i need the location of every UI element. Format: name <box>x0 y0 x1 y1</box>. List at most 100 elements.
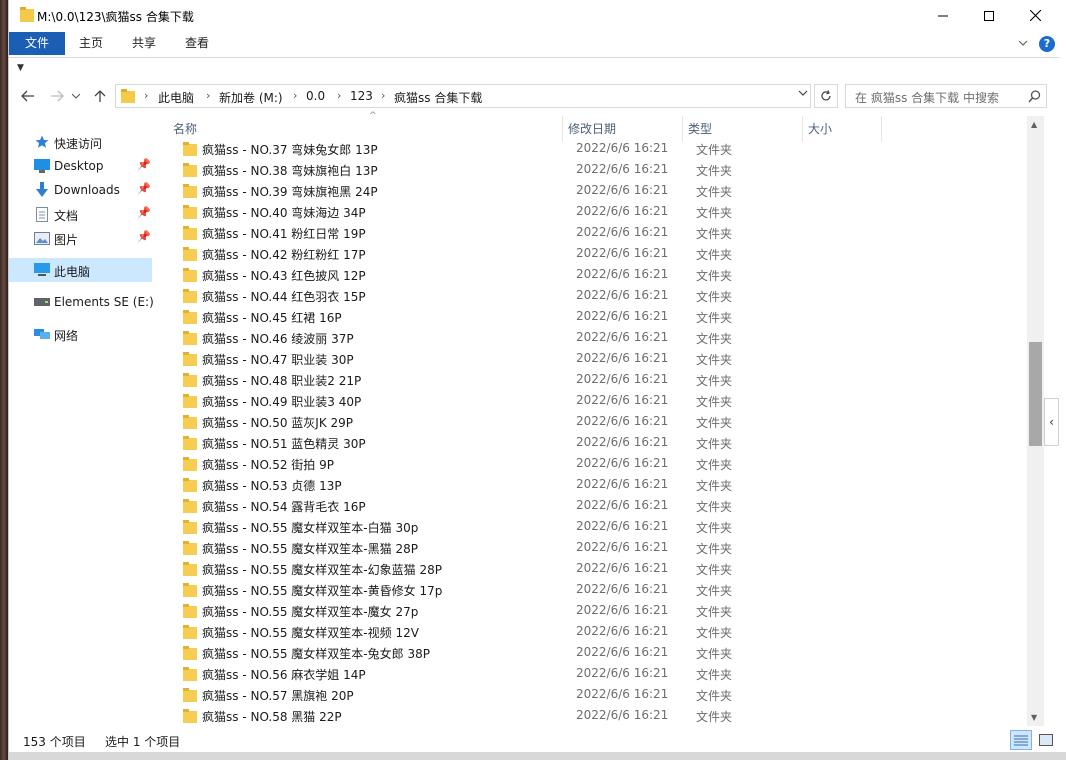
breadcrumb-this-pc[interactable]: 此电脑 <box>158 89 194 106</box>
nav-item-documents[interactable]: 文档 📌 <box>9 202 152 226</box>
pin-icon[interactable]: 📌 <box>137 182 151 195</box>
up-arrow-icon[interactable] <box>89 86 111 106</box>
folder-icon <box>183 163 197 180</box>
folder-icon <box>183 205 197 222</box>
file-row[interactable]: 疯猫ss - NO.55 魔女样双笙本-黄昏修女 17p 2022/6/6 16:… <box>159 579 1027 600</box>
breadcrumb-folder-0-0[interactable]: 0.0 <box>306 89 325 103</box>
forward-arrow-icon[interactable] <box>46 86 68 106</box>
nav-this-pc[interactable]: 此电脑 <box>9 258 152 282</box>
tab-home[interactable]: 主页 <box>71 32 111 55</box>
nav-label: 文档 <box>54 209 79 223</box>
collapse-pane-icon[interactable]: ‹ <box>1044 398 1059 446</box>
nav-item-desktop[interactable]: Desktop 📌 <box>9 154 152 178</box>
file-row[interactable]: 疯猫ss - NO.40 弯妹海边 34P 2022/6/6 16:21 文件夹 <box>159 201 1027 222</box>
breadcrumb-separator-icon[interactable]: › <box>293 89 297 102</box>
file-name: 疯猫ss - NO.49 职业装3 40P <box>202 395 362 409</box>
file-row[interactable]: 疯猫ss - NO.37 弯妹兔女郎 13P 2022/6/6 16:21 文件夹 <box>159 138 1027 159</box>
file-row[interactable]: 疯猫ss - NO.57 黑旗袍 20P 2022/6/6 16:21 文件夹 <box>159 684 1027 705</box>
file-row[interactable]: 疯猫ss - NO.42 粉红粉红 17P 2022/6/6 16:21 文件夹 <box>159 243 1027 264</box>
vertical-scrollbar[interactable]: ▲ ▼ <box>1027 116 1044 726</box>
pin-icon[interactable]: 📌 <box>137 230 151 243</box>
file-row[interactable]: 疯猫ss - NO.58 黑猫 22P 2022/6/6 16:21 文件夹 <box>159 705 1027 726</box>
file-row[interactable]: 疯猫ss - NO.38 弯妹旗袍白 13P 2022/6/6 16:21 文件夹 <box>159 159 1027 180</box>
file-type: 文件夹 <box>696 647 733 661</box>
file-row[interactable]: 疯猫ss - NO.55 魔女样双笙本-黑猫 28P 2022/6/6 16:21… <box>159 537 1027 558</box>
file-row[interactable]: 疯猫ss - NO.55 魔女样双笙本-白猫 30p 2022/6/6 16:21… <box>159 516 1027 537</box>
breadcrumb-drive[interactable]: 新加卷 (M:) <box>219 89 283 106</box>
download-icon <box>33 182 51 198</box>
file-row[interactable]: 疯猫ss - NO.45 红裙 16P 2022/6/6 16:21 文件夹 <box>159 306 1027 327</box>
quick-access-toolbar-icon[interactable]: ▼ <box>17 63 24 73</box>
back-arrow-icon[interactable] <box>17 86 39 106</box>
breadcrumb-folder-123[interactable]: 123 <box>350 89 373 103</box>
expand-ribbon-icon[interactable] <box>1018 36 1028 50</box>
file-name: 疯猫ss - NO.55 魔女样双笙本-黑猫 28P <box>202 542 418 556</box>
file-row[interactable]: 疯猫ss - NO.55 魔女样双笙本-兔女郎 38P 2022/6/6 16:2… <box>159 642 1027 663</box>
details-view-icon[interactable] <box>1010 730 1032 750</box>
file-row[interactable]: 疯猫ss - NO.46 绫波丽 37P 2022/6/6 16:21 文件夹 <box>159 327 1027 348</box>
nav-network[interactable]: 网络 <box>9 322 152 346</box>
nav-item-downloads[interactable]: Downloads 📌 <box>9 178 152 202</box>
pin-icon[interactable]: 📌 <box>137 206 151 219</box>
recent-locations-icon[interactable] <box>69 86 83 106</box>
scrollbar-thumb[interactable] <box>1029 342 1042 446</box>
file-name: 疯猫ss - NO.55 魔女样双笙本-魔女 27p <box>202 605 419 619</box>
help-icon[interactable]: ? <box>1039 36 1055 52</box>
large-icons-view-icon[interactable] <box>1035 730 1057 750</box>
file-row[interactable]: 疯猫ss - NO.49 职业装3 40P 2022/6/6 16:21 文件夹 <box>159 390 1027 411</box>
folder-icon <box>183 310 197 327</box>
scroll-up-icon[interactable]: ▲ <box>1031 120 1037 129</box>
pin-icon[interactable]: 📌 <box>137 158 151 171</box>
scroll-down-icon[interactable]: ▼ <box>1031 713 1037 722</box>
nav-item-pictures[interactable]: 图片 📌 <box>9 226 152 250</box>
breadcrumb-separator-icon[interactable]: › <box>337 89 341 102</box>
close-button[interactable] <box>1012 0 1058 31</box>
search-input[interactable]: 在 疯猫ss 合集下载 中搜索 <box>845 84 1047 108</box>
file-row[interactable]: 疯猫ss - NO.41 粉红日常 19P 2022/6/6 16:21 文件夹 <box>159 222 1027 243</box>
file-type: 文件夹 <box>696 290 733 304</box>
file-date: 2022/6/6 16:21 <box>576 540 669 554</box>
file-type: 文件夹 <box>696 311 733 325</box>
file-date: 2022/6/6 16:21 <box>576 582 669 596</box>
minimize-button[interactable] <box>920 0 966 31</box>
breadcrumb-current-folder[interactable]: 疯猫ss 合集下载 <box>394 89 482 106</box>
file-row[interactable]: 疯猫ss - NO.44 红色羽衣 15P 2022/6/6 16:21 文件夹 <box>159 285 1027 306</box>
refresh-icon[interactable] <box>814 84 838 108</box>
folder-icon <box>121 89 135 107</box>
file-row[interactable]: 疯猫ss - NO.53 贞德 13P 2022/6/6 16:21 文件夹 <box>159 474 1027 495</box>
folder-icon <box>183 352 197 369</box>
file-type: 文件夹 <box>696 416 733 430</box>
nav-drive-e[interactable]: Elements SE (E:) <box>9 290 154 314</box>
navigation-pane: 快速访问 Desktop 📌 Downloads 📌 文档 📌 图片 📌 此电脑… <box>9 116 159 726</box>
breadcrumb-separator-icon[interactable]: › <box>144 89 148 102</box>
file-row[interactable]: 疯猫ss - NO.51 蓝色精灵 30P 2022/6/6 16:21 文件夹 <box>159 432 1027 453</box>
file-row[interactable]: 疯猫ss - NO.43 红色披风 12P 2022/6/6 16:21 文件夹 <box>159 264 1027 285</box>
file-row[interactable]: 疯猫ss - NO.50 蓝灰JK 29P 2022/6/6 16:21 文件夹 <box>159 411 1027 432</box>
window-title: M:\0.0\123\疯猫ss 合集下载 <box>37 10 194 24</box>
file-date: 2022/6/6 16:21 <box>576 666 669 680</box>
breadcrumb-separator-icon[interactable]: › <box>206 89 210 102</box>
file-row[interactable]: 疯猫ss - NO.52 街拍 9P 2022/6/6 16:21 文件夹 <box>159 453 1027 474</box>
maximize-button[interactable] <box>966 0 1012 31</box>
address-dropdown-icon[interactable] <box>798 90 808 100</box>
breadcrumb-separator-icon[interactable]: › <box>381 89 385 102</box>
file-type: 文件夹 <box>696 626 733 640</box>
nav-label: 网络 <box>54 329 79 343</box>
address-bar[interactable]: › 此电脑 › 新加卷 (M:) › 0.0 › 123 › 疯猫ss 合集下载 <box>115 84 811 108</box>
file-row[interactable]: 疯猫ss - NO.39 弯妹旗袍黑 24P 2022/6/6 16:21 文件夹 <box>159 180 1027 201</box>
search-icon[interactable] <box>1028 90 1041 106</box>
file-row[interactable]: 疯猫ss - NO.48 职业装2 21P 2022/6/6 16:21 文件夹 <box>159 369 1027 390</box>
file-row[interactable]: 疯猫ss - NO.54 露背毛衣 16P 2022/6/6 16:21 文件夹 <box>159 495 1027 516</box>
file-row[interactable]: 疯猫ss - NO.47 职业装 30P 2022/6/6 16:21 文件夹 <box>159 348 1027 369</box>
nav-quick-access[interactable]: 快速访问 <box>9 130 152 154</box>
file-row[interactable]: 疯猫ss - NO.55 魔女样双笙本-幻象蓝猫 28P 2022/6/6 16:… <box>159 558 1027 579</box>
tab-file[interactable]: 文件 <box>9 32 65 55</box>
tab-view[interactable]: 查看 <box>177 32 217 55</box>
file-row[interactable]: 疯猫ss - NO.56 麻衣学姐 14P 2022/6/6 16:21 文件夹 <box>159 663 1027 684</box>
file-row[interactable]: 疯猫ss - NO.55 魔女样双笙本-视频 12V 2022/6/6 16:21… <box>159 621 1027 642</box>
tab-share[interactable]: 共享 <box>124 32 164 55</box>
file-row[interactable]: 疯猫ss - NO.55 魔女样双笙本-魔女 27p 2022/6/6 16:21… <box>159 600 1027 621</box>
file-name: 疯猫ss - NO.41 粉红日常 19P <box>202 227 366 241</box>
folder-icon <box>183 646 197 663</box>
folder-icon <box>183 415 197 432</box>
